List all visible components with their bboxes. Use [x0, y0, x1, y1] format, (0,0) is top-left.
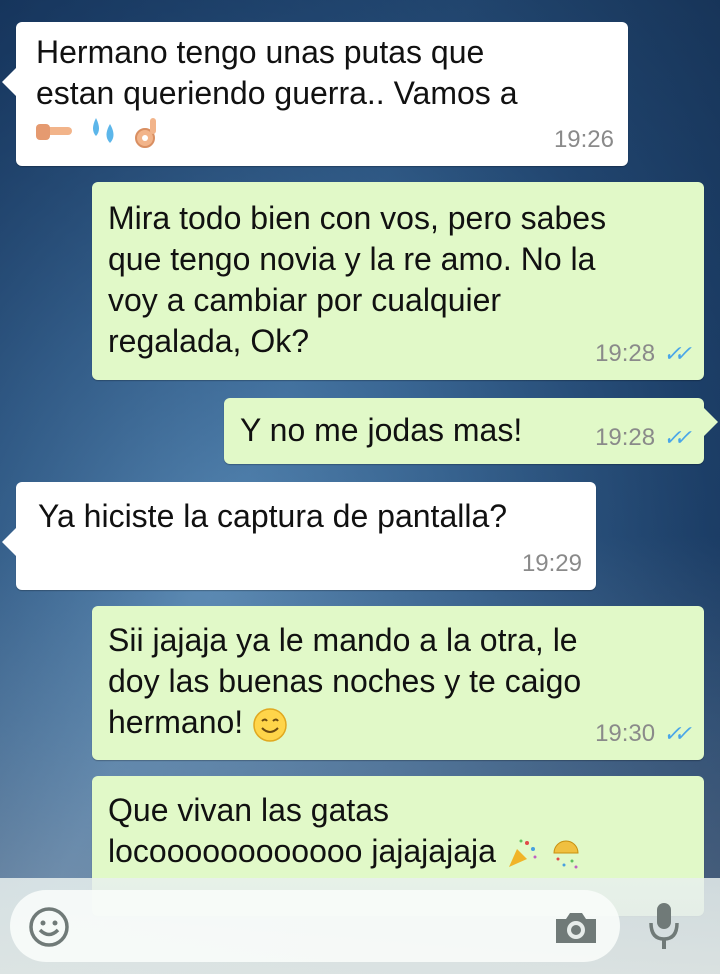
message-line: locoooooooooooo jajajajaja: [108, 831, 688, 872]
message-meta: 19:29: [522, 543, 582, 584]
message-line: Mira todo bien con vos, pero sabes: [108, 200, 607, 236]
ok-hand-emoji: [135, 118, 156, 148]
message-meta: 19:28 ✓✓: [595, 333, 692, 374]
composer-bar: [0, 878, 720, 974]
emoji-row: [36, 116, 608, 152]
read-ticks-icon: ✓✓: [663, 341, 692, 366]
read-ticks-icon: ✓✓: [663, 721, 692, 746]
message-bubble-outgoing[interactable]: Y no me jodas mas! 19:28 ✓✓: [224, 398, 718, 464]
message-bubble-outgoing[interactable]: Sii jajaja ya le mando a la otra, le doy…: [92, 606, 704, 760]
smiley-icon[interactable]: [26, 904, 72, 950]
message-timestamp: 19:28: [595, 424, 656, 451]
message-text: locoooooooooooo jajajajaja: [108, 833, 496, 869]
message-line: que tengo novia y la re amo. No la: [108, 241, 596, 277]
camera-icon[interactable]: [550, 904, 602, 950]
droplets-emoji: [93, 118, 114, 143]
message-line: estan queriendo guerra.. Vamos a: [36, 75, 518, 111]
party-popper-emoji: [508, 839, 537, 867]
message-input[interactable]: [10, 890, 620, 962]
message-meta: 19:30 ✓✓: [595, 713, 692, 754]
message-meta: 19:28 ✓✓: [595, 417, 692, 458]
message-timestamp: 19:28: [595, 340, 656, 367]
message-line: Sii jajaja ya le mando a la otra, le: [108, 622, 578, 658]
message-line: Que vivan las gatas: [108, 792, 390, 828]
message-line: doy las buenas noches y te caigo: [108, 663, 582, 699]
message-line: voy a cambiar por cualquier: [108, 282, 502, 318]
pointing-hand-emoji: [36, 124, 72, 140]
confetti-ball-emoji: [553, 840, 579, 869]
message-timestamp: 19:29: [521, 550, 582, 577]
message-bubble-outgoing[interactable]: Mira todo bien con vos, pero sabes que t…: [92, 182, 704, 380]
message-timestamp: 19:26: [553, 126, 614, 153]
message-text: hermano!: [108, 704, 244, 740]
message-line: Ya hiciste la captura de pantalla?: [38, 498, 508, 534]
smiling-face-emoji: [253, 707, 287, 742]
message-meta: 19:26: [554, 119, 614, 160]
microphone-icon[interactable]: [642, 900, 686, 952]
message-bubble-incoming[interactable]: Hermano tengo unas putas que estan queri…: [2, 22, 628, 166]
message-line: Hermano tengo unas putas que: [36, 34, 485, 70]
message-bubble-incoming[interactable]: Ya hiciste la captura de pantalla? 19:29: [2, 482, 596, 590]
message-timestamp: 19:30: [595, 720, 656, 747]
read-ticks-icon: ✓✓: [663, 425, 692, 450]
